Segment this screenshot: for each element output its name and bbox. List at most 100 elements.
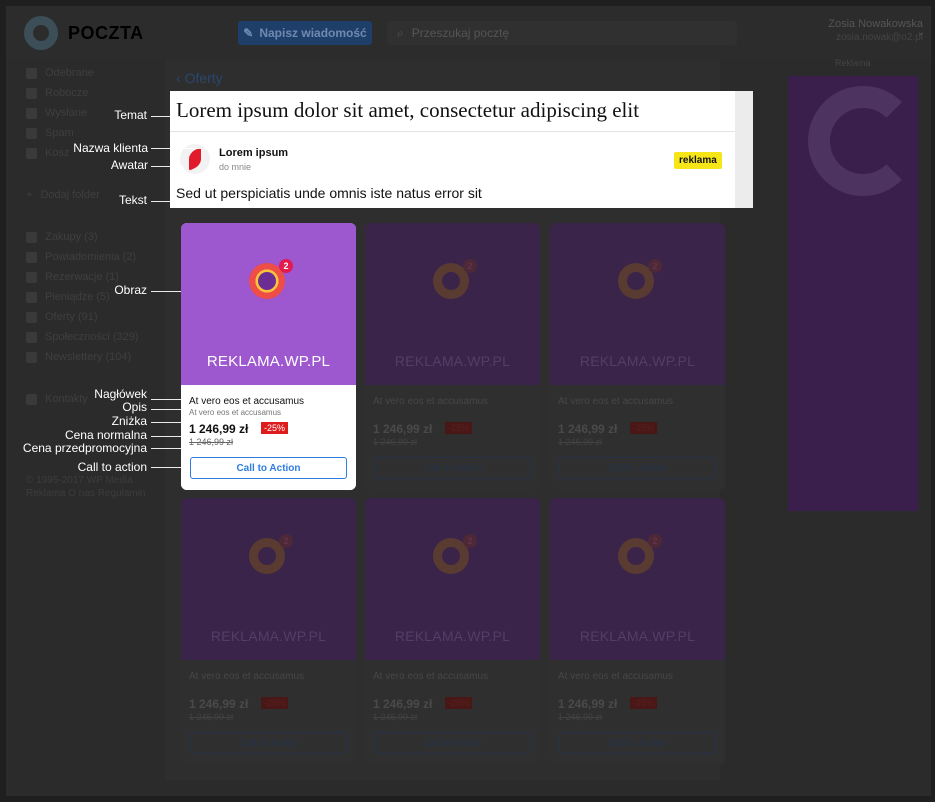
annotation-obraz: Obraz [114,283,147,297]
offer-headline: At vero eos et accusamus [558,396,674,407]
sidebar-item-label: Zakupy (3) [45,231,98,243]
sidebar-item-label: Oferty (91) [45,311,98,323]
offer-price: 1 246,99 zł [558,697,618,711]
inbox-icon [26,67,37,79]
trash-icon [26,147,37,159]
add-folder-label: Dodaj folder [40,189,100,201]
offer-price: 1 246,99 zł [189,422,249,436]
chevron-left-icon: ‹ [176,70,185,86]
offer-card[interactable]: 2 REKLAMA.WP.PL At vero eos et accusamus… [365,498,540,765]
offer-headline: At vero eos et accusamus [189,396,305,407]
offer-description: At vero eos et accusamus [189,408,282,417]
annotation-znizka: Zniżka [111,414,147,428]
offer-card[interactable]: 2 REKLAMA.WP.PL At vero eos et accusamus… [365,223,540,490]
annotation-line [151,448,189,449]
newsletter-icon [26,351,37,363]
chevron-down-icon: ⌄ [916,27,925,38]
compose-button[interactable]: ✎ Napisz wiadomość [238,21,372,45]
notification-badge: 2 [279,259,293,273]
offer-price: 1 246,99 zł [373,422,433,436]
offer-brand: REKLAMA.WP.PL [394,353,511,369]
calendar-icon [26,271,37,283]
compose-label: Napisz wiadomość [259,26,367,40]
sidebar-item-social[interactable]: Społeczności (329) [26,327,166,347]
sidebar-item-label: Wysłane [45,107,88,119]
sidebar-item-label: Odebrane [45,67,94,79]
annotation-line [151,409,189,410]
user-menu[interactable]: Zosia Nowakowska zosia.nowak@o2.pl ⌄ [828,18,925,44]
annotation-line [151,148,218,149]
cta-button[interactable]: Call to Action [374,732,531,754]
annotation-temat: Temat [114,108,147,122]
sidebar-item-label: Robocze [45,87,89,99]
discount-badge: -25% [261,422,289,434]
sidebar-item-notifications[interactable]: Powiadomienia (2) [26,247,166,267]
sidebar-item-shopping[interactable]: Zakupy (3) [26,227,166,247]
annotation-cena-normalna: Cena normalna [64,428,147,442]
offer-card[interactable]: 2 REKLAMA.WP.PL At vero eos et accusamus… [550,498,725,765]
cta-button[interactable]: Call to Action [190,457,347,479]
search-placeholder: Przeszukaj pocztę [411,26,510,40]
search-icon: ⌕ [397,25,404,40]
notification-badge: 2 [648,534,662,548]
annotation-line [151,399,189,400]
message-subject: Lorem ipsum dolor sit amet, consectetur … [176,98,640,122]
notification-badge: 2 [648,259,662,273]
sidebar-item-newsletters[interactable]: Newslettery (104) [26,347,166,367]
o2-logo-icon [808,86,918,196]
search-input[interactable]: ⌕ Przeszukaj pocztę [387,21,737,45]
offer-price: 1 246,99 zł [189,697,249,711]
message-header: Lorem ipsum dolor sit amet, consectetur … [170,91,753,208]
divider [170,131,735,132]
old-price: 1 246,99 zł [189,712,234,722]
offer-image: 2 REKLAMA.WP.PL [550,223,725,385]
bell-icon [26,251,37,263]
offer-card[interactable]: 2 REKLAMA.WP.PL At vero eos et accusamus… [550,223,725,490]
offer-price: 1 246,99 zł [558,422,618,436]
sidebar-item-label: Rezerwacje (1) [45,271,119,283]
offer-brand: REKLAMA.WP.PL [579,353,696,369]
cta-button[interactable]: Call to Action [374,457,531,479]
sender-name: Lorem ipsum [219,147,289,159]
sidebar-item-offers[interactable]: Oferty (91) [26,307,166,327]
cart-icon [26,231,37,243]
notification-badge: 2 [463,259,477,273]
brand-logo-icon [189,147,201,171]
offer-card[interactable]: 2 REKLAMA.WP.PL At vero eos et accusamus… [181,498,356,765]
annotation-naglowek: Nagłówek [94,387,147,401]
annotation-call-to-action: Call to action [77,460,147,474]
side-ad-banner[interactable] [788,76,918,511]
back-link[interactable]: ‹ Oferty [176,70,223,86]
sidebar-item-inbox[interactable]: Odebrane [26,63,166,83]
recipient: do mnie [219,162,252,172]
footer-links[interactable]: Reklama O nas Regulamin [26,487,146,500]
annotation-line [151,436,189,437]
offer-brand: REKLAMA.WP.PL [579,628,696,644]
annotation-line [151,116,180,117]
annotation-nazwa-klienta: Nazwa klienta [73,141,148,155]
plus-icon: + [26,189,33,201]
ad-badge: reklama [674,152,722,169]
offer-brand: REKLAMA.WP.PL [210,628,327,644]
annotation-awatar: Awatar [110,158,148,172]
annotation-line [151,201,180,202]
scrollbar[interactable] [735,91,753,208]
sidebar-item-drafts[interactable]: Robocze [26,83,166,103]
offer-image: 2 REKLAMA.WP.PL [365,498,540,660]
sidebar-item-spam[interactable]: Spam [26,123,166,143]
cta-button[interactable]: Call to Action [559,732,716,754]
old-price: 1 246,99 zł [189,437,234,447]
offer-card[interactable]: 2 REKLAMA.WP.PL At vero eos et accusamus… [181,223,356,490]
annotation-opis: Opis [122,400,147,414]
logo[interactable]: POCZTA [24,16,144,50]
notification-badge: 2 [463,534,477,548]
annotation-tekst: Tekst [118,193,147,207]
annotation-line [151,291,181,292]
annotation-cena-przedpromocyjna: Cena przedpromocyjna [22,441,147,455]
cta-button[interactable]: Call to Action [190,732,347,754]
o2-logo-icon [24,16,58,50]
ad-label: Reklama [835,58,871,68]
sidebar-item-label: Spam [45,127,74,139]
cta-button[interactable]: Call to Action [559,457,716,479]
spam-icon [26,127,37,139]
